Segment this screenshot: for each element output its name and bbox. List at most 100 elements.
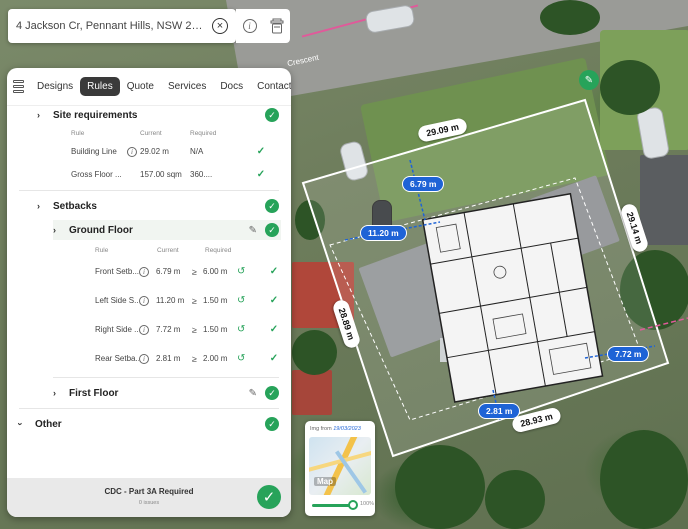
imagery-date: Img from 19/03/2023: [310, 426, 361, 432]
check-icon: ✓: [256, 146, 266, 157]
col-rule: Rule: [71, 129, 85, 137]
tree-canopy: [485, 470, 545, 529]
rule-name: Gross Floor ...: [71, 170, 122, 179]
operator: ≥: [192, 353, 197, 364]
divider: [53, 377, 279, 378]
column-headers: Rule Current Required: [7, 243, 291, 257]
tab-rules[interactable]: Rules: [80, 77, 120, 96]
section-title: Site requirements: [53, 109, 138, 121]
map-thumbnail[interactable]: Map: [309, 437, 371, 495]
rule-current: 29.02 m: [140, 147, 169, 156]
imagery-label: Img from: [310, 426, 332, 432]
operator: ≥: [192, 295, 197, 306]
rule-required: 6.00 m: [203, 267, 228, 276]
basemap-switcher[interactable]: Img from 19/03/2023 Map 100%: [305, 421, 375, 516]
tree-canopy: [395, 445, 485, 529]
info-icon[interactable]: i: [127, 146, 137, 157]
site-requirements-header[interactable]: › Site requirements ✓: [7, 106, 291, 126]
pencil-icon[interactable]: ✎: [249, 225, 257, 236]
rule-current: 11.20 m: [156, 296, 185, 305]
tab-docs[interactable]: Docs: [213, 77, 250, 96]
check-circle-icon: ✓: [265, 223, 279, 237]
col-current: Current: [157, 246, 179, 254]
rule-required: 1.50 m: [203, 325, 228, 334]
tab-quote[interactable]: Quote: [120, 77, 161, 96]
check-icon: ✓: [269, 324, 279, 335]
rule-required: 360....: [190, 170, 213, 179]
history-icon[interactable]: ↺: [237, 295, 267, 306]
layers-icon[interactable]: [13, 80, 24, 93]
neighbour-roof: [640, 155, 688, 245]
col-current: Current: [140, 129, 162, 137]
check-circle-icon[interactable]: ✓: [257, 485, 281, 509]
tree-canopy: [540, 0, 600, 35]
imagery-date-value: 19/03/2023: [333, 426, 361, 432]
history-icon[interactable]: ↺: [237, 324, 267, 335]
rule-current: 157.00 sqm: [140, 170, 182, 179]
parked-car: [338, 139, 370, 183]
section-title: Setbacks: [53, 200, 97, 212]
check-icon: ✓: [269, 295, 279, 306]
chevron-right-icon[interactable]: ›: [53, 388, 56, 398]
column-headers: Rule Current Required: [7, 126, 291, 140]
compliance-title: CDC - Part 3A Required: [104, 487, 194, 496]
info-icon[interactable]: i: [139, 266, 149, 277]
opacity-value: 100%: [360, 501, 375, 507]
rule-name: Left Side S...: [95, 296, 139, 305]
address-search-bar[interactable]: 4 Jackson Cr, Pennant Hills, NSW 2120, A…: [8, 9, 236, 43]
compliance-issue-count: 0 issues: [138, 500, 160, 506]
pencil-icon[interactable]: ✎: [249, 388, 257, 399]
other-header[interactable]: › Other ✓: [7, 413, 291, 435]
info-icon[interactable]: i: [242, 19, 257, 33]
rules-panel: Designs Rules Quote Services Docs Contac…: [7, 68, 291, 517]
info-icon[interactable]: i: [139, 353, 149, 364]
tab-contact[interactable]: Contact: [250, 77, 291, 96]
close-circle-icon[interactable]: ×: [212, 18, 228, 34]
check-circle-icon: ✓: [265, 108, 279, 122]
rule-current: 7.72 m: [156, 325, 181, 334]
check-icon: ✓: [256, 169, 266, 180]
rear-setback-label: 2.81 m: [478, 403, 521, 419]
first-floor-header[interactable]: › First Floor ✎ ✓: [53, 382, 281, 404]
edit-boundary-button[interactable]: ✎: [579, 70, 599, 90]
section-title: Other: [35, 418, 62, 430]
divider: [19, 190, 279, 191]
neighbour-roof: [292, 370, 332, 415]
setbacks-header[interactable]: › Setbacks ✓: [7, 195, 291, 217]
operator: ≥: [192, 266, 197, 277]
address-text[interactable]: 4 Jackson Cr, Pennant Hills, NSW 2120, A…: [16, 20, 208, 32]
ground-floor-header[interactable]: › Ground Floor ✎ ✓: [53, 220, 281, 240]
tree-canopy: [620, 250, 688, 330]
trash-icon[interactable]: [270, 18, 284, 34]
tree-canopy: [600, 60, 660, 115]
col-required: Required: [190, 129, 217, 137]
info-icon[interactable]: i: [139, 324, 149, 335]
rules-list[interactable]: › Site requirements ✓ Rule Current Requi…: [7, 106, 291, 478]
rule-required: 2.00 m: [203, 354, 228, 363]
table-row: Front Setb... i 6.79 m ≥ 6.00 m ↺ ✓: [7, 257, 291, 286]
rule-name: Right Side ...: [95, 325, 139, 334]
rule-required: 1.50 m: [203, 296, 228, 305]
chevron-down-icon[interactable]: ›: [16, 423, 26, 426]
rule-name: Front Setb...: [95, 267, 139, 276]
front-setback-label: 6.79 m: [402, 176, 445, 192]
info-icon[interactable]: i: [139, 295, 149, 306]
opacity-slider-handle[interactable]: [348, 500, 358, 510]
address-tools: i: [236, 9, 290, 43]
history-icon[interactable]: ↺: [237, 266, 267, 277]
chevron-right-icon[interactable]: ›: [53, 225, 56, 235]
table-row: Gross Floor ... 157.00 sqm 360.... ✓: [7, 163, 291, 186]
rule-current: 6.79 m: [156, 267, 181, 276]
table-row: Right Side ... i 7.72 m ≥ 1.50 m ↺ ✓: [7, 315, 291, 344]
history-icon[interactable]: ↺: [237, 353, 267, 364]
shed-roof: [440, 338, 470, 362]
chevron-right-icon[interactable]: ›: [37, 110, 40, 120]
pencil-icon: ✎: [584, 74, 594, 86]
operator: ≥: [192, 324, 197, 335]
chevron-right-icon[interactable]: ›: [37, 201, 40, 211]
tab-bar: Designs Rules Quote Services Docs Contac…: [7, 68, 291, 106]
tree-canopy: [600, 430, 688, 529]
col-rule: Rule: [95, 246, 109, 254]
tab-services[interactable]: Services: [161, 77, 213, 96]
tab-designs[interactable]: Designs: [30, 77, 80, 96]
